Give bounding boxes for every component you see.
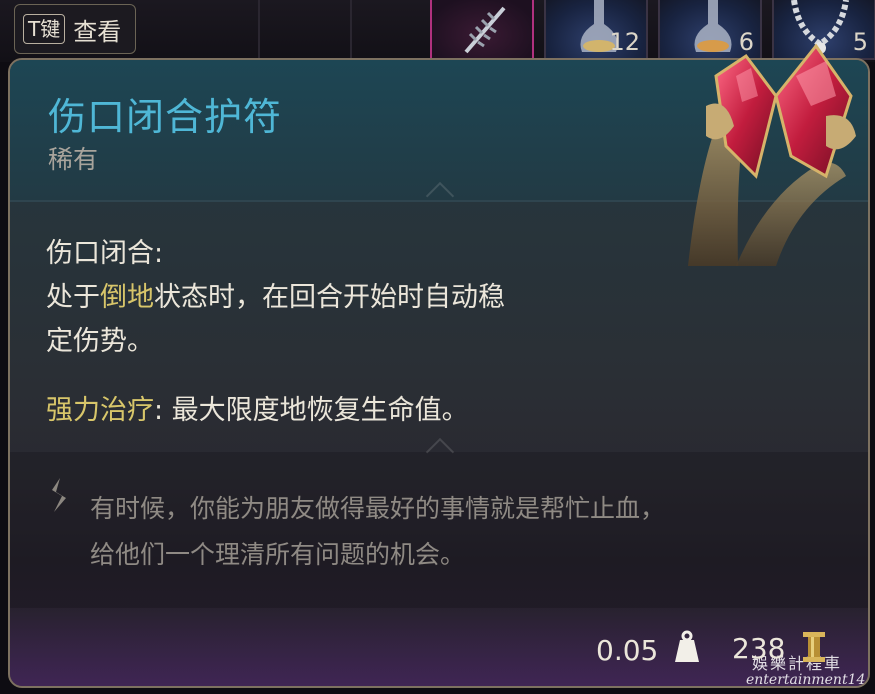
bar-divider (350, 0, 352, 60)
flavor-line: 有时候，你能为朋友做得最好的事情就是帮忙止血， (90, 494, 666, 523)
bar-divider (258, 0, 260, 60)
tooltip-footer: 0.05 238 (10, 616, 868, 686)
effect-line-2: 定伤势。 (46, 326, 154, 357)
heal-keyword[interactable]: 强力治疗 (46, 395, 154, 426)
item-name: 伤口闭合护符 (48, 95, 283, 139)
downed-keyword[interactable]: 倒地 (100, 282, 154, 313)
feather-blade-icon (464, 6, 506, 54)
inventory-slot[interactable]: 12 (544, 0, 648, 60)
inventory-slot[interactable] (430, 0, 534, 60)
effect-line-1: 处于倒地状态时，在回合开始时自动稳 (46, 276, 505, 320)
gold-coin-icon (803, 632, 825, 662)
weight-icon (675, 630, 699, 662)
effect-description: 伤口闭合: 处于倒地状态时，在回合开始时自动稳 定伤势。 (46, 232, 505, 364)
item-value: 238 (732, 632, 786, 665)
examine-label: 查看 (73, 17, 122, 46)
flavor-text: 有时候，你能为朋友做得最好的事情就是帮忙止血， 给他们一个理清所有问题的机会。 (90, 486, 850, 578)
item-rarity: 稀有 (48, 145, 99, 174)
heal-ability: 强力治疗: 最大限度地恢复生命值。 (46, 388, 469, 427)
quill-icon (52, 478, 66, 512)
heal-text: : 最大限度地恢复生命值。 (154, 395, 469, 426)
item-weight: 0.05 (596, 634, 659, 667)
hotkey-badge: T键 (23, 14, 66, 44)
stack-count: 12 (609, 28, 640, 56)
effect-title: 伤口闭合: (46, 238, 164, 269)
effect-text: 处于 (46, 282, 100, 313)
examine-hint[interactable]: T键 查看 (14, 4, 137, 54)
amulet-hands-icon (688, 43, 856, 266)
effect-text: 状态时，在回合开始时自动稳 (154, 282, 505, 313)
flavor-line: 给他们一个理清所有问题的机会。 (90, 540, 466, 569)
